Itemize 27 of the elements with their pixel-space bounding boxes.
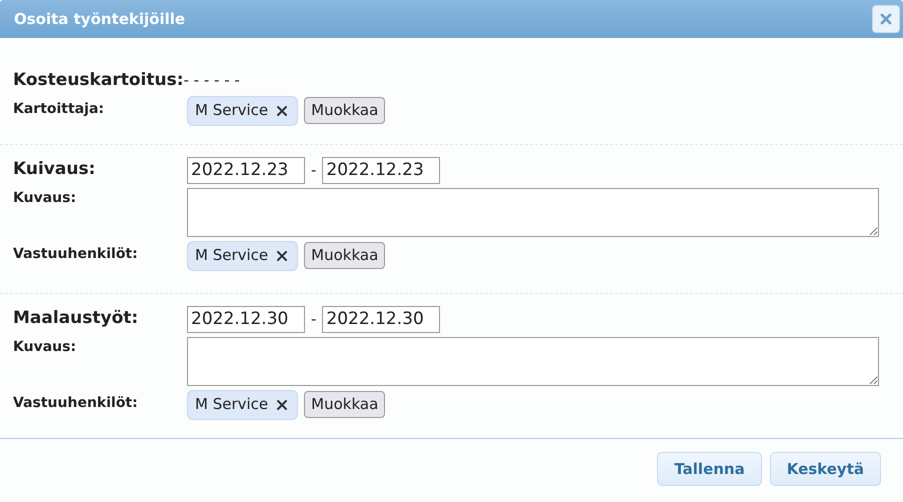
end-date-field[interactable]: 2022.12.23 bbox=[322, 156, 440, 184]
edit-button[interactable]: Muokkaa bbox=[304, 97, 386, 124]
start-date-field[interactable]: 2022.12.23 bbox=[187, 156, 305, 184]
edit-button[interactable]: Muokkaa bbox=[304, 391, 386, 418]
description-field[interactable] bbox=[187, 188, 879, 236]
section-heading: Kuivaus: bbox=[13, 158, 96, 182]
section-heading: Maalaustyöt: bbox=[13, 307, 140, 330]
heading-note: - - - - - - bbox=[184, 70, 240, 91]
person-name: M Service bbox=[195, 394, 268, 416]
close-icon bbox=[878, 11, 894, 27]
field-label: Kuvaus: bbox=[13, 188, 78, 208]
window-title: Osoita työntekijöille bbox=[14, 8, 186, 30]
date-separator: - bbox=[310, 160, 318, 181]
end-date-field[interactable]: 2022.12.30 bbox=[322, 306, 440, 332]
section-heading: Kosteuskartoitus: bbox=[13, 69, 184, 92]
start-date-field[interactable]: 2022.12.30 bbox=[187, 306, 305, 332]
field-label: Vastuuhenkilöt: bbox=[13, 244, 139, 264]
date-separator: - bbox=[310, 308, 318, 330]
field-label: Vastuuhenkilöt: bbox=[13, 394, 139, 412]
edit-button[interactable]: Muokkaa bbox=[304, 242, 386, 269]
person-name: M Service bbox=[195, 100, 268, 122]
field-label: Kartoittaja: bbox=[13, 100, 105, 118]
field-label: Kuvaus: bbox=[13, 338, 78, 356]
dialog-button[interactable]: Keskeytä bbox=[770, 452, 881, 486]
description-field[interactable] bbox=[187, 336, 879, 386]
person-name: M Service bbox=[195, 245, 268, 266]
dialog-button[interactable]: Tallenna bbox=[657, 452, 762, 486]
